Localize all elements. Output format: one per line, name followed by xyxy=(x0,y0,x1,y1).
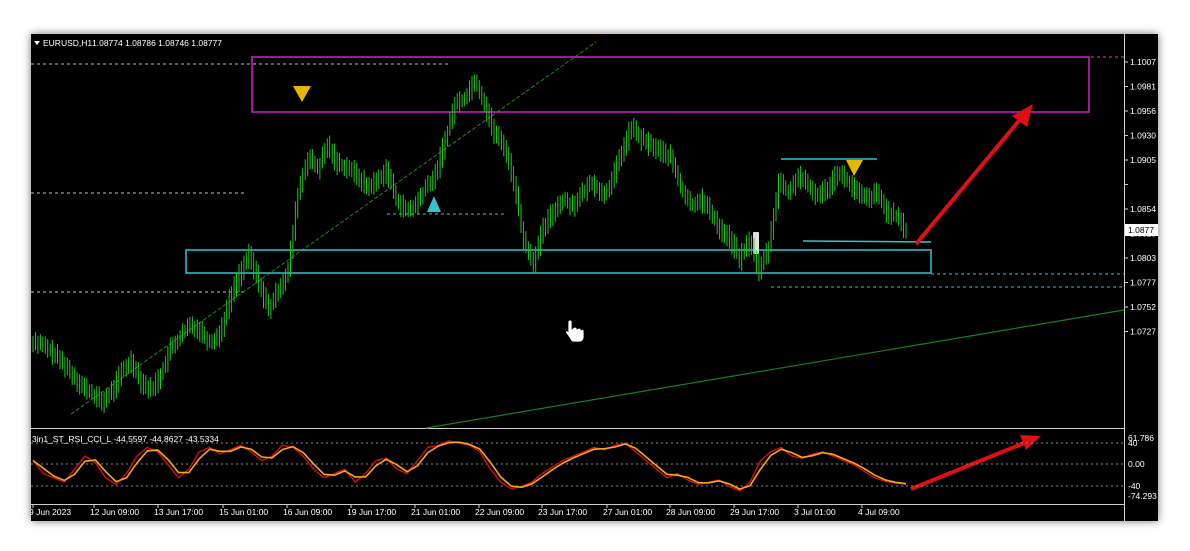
price-axis-label: 1.0905 xyxy=(1130,155,1156,165)
time-axis-label: 13 Jun 17:00 xyxy=(154,507,203,517)
price-axis-label: 1.0930 xyxy=(1130,131,1156,141)
sell-arrow-icon-2 xyxy=(846,160,863,176)
indicator-series xyxy=(32,440,907,492)
current-price-value: 1.0877 xyxy=(1128,225,1154,235)
buy-arrow-icon xyxy=(427,196,441,212)
price-axis-label: 1.0854 xyxy=(1130,204,1156,214)
time-axis-label: 22 Jun 09:00 xyxy=(475,507,524,517)
price-axis-label: 1.0981 xyxy=(1130,82,1156,92)
price-axis-label: 1.0727 xyxy=(1130,327,1156,337)
price-axis-label: 1.0752 xyxy=(1130,302,1156,312)
time-axis-label: 16 Jun 09:00 xyxy=(283,507,332,517)
time-axis-label: 21 Jun 01:00 xyxy=(411,507,460,517)
indicator-line-orange xyxy=(32,441,907,490)
indicator-line-red xyxy=(32,440,907,492)
resistance-zone-box xyxy=(251,56,1090,113)
ohlc-values: 1.08774 1.08786 1.08746 1.08777 xyxy=(92,38,222,48)
indicator-label: 3in1_ST_RSI_CCI_L -44.5597 -44.8627 -43.… xyxy=(32,434,219,444)
time-axis-label: 19 Jun 17:00 xyxy=(347,507,396,517)
price-axis: 1.1007 1.0981 1.0956 1.0930 1.0905 1.0854 1.08… xyxy=(1124,57,1156,337)
price-axis-label: 1.0803 xyxy=(1130,253,1156,263)
time-axis-label: 15 Jun 01:00 xyxy=(219,507,268,517)
time-axis-label: 23 Jun 17:00 xyxy=(538,507,587,517)
dashed-levels xyxy=(31,56,1124,293)
sell-arrow-icon xyxy=(293,86,311,102)
mt4-chart-window: EURUSD,H1 1.08774 1.08786 1.08746 1.0877… xyxy=(31,34,1158,521)
time-axis-label: 28 Jun 09:00 xyxy=(666,507,715,517)
time-axis-label: 9 Jun 2023 xyxy=(31,507,71,517)
trendline-dotted-upper xyxy=(70,41,597,415)
price-axis-label: 1.0956 xyxy=(1130,106,1156,116)
symbol-dropdown-icon[interactable] xyxy=(34,41,40,45)
symbol-label: EURUSD,H1 xyxy=(43,38,92,48)
price-axis-label: 1.0777 xyxy=(1130,278,1156,288)
time-axis-label: 4 Jul 09:00 xyxy=(858,507,900,517)
trendline-lower xyxy=(425,309,1125,429)
time-axis-label: 27 Jun 01:00 xyxy=(603,507,652,517)
annotation-arrow-up xyxy=(914,104,1033,246)
range-bottom-line xyxy=(802,240,932,243)
time-axis-label: 12 Jun 09:00 xyxy=(90,507,139,517)
indicator-axis-label: -74.293 xyxy=(1128,491,1157,501)
time-axis: 9 Jun 2023 12 Jun 09:00 13 Jun 17:00 15 Jun… xyxy=(31,504,900,517)
indicator-axis: 61.786400.00-40-74.293 xyxy=(1128,433,1157,501)
time-axis-label: 29 Jun 17:00 xyxy=(730,507,779,517)
time-axis-label: 3 Jul 01:00 xyxy=(794,507,836,517)
hand-cursor-icon xyxy=(565,319,585,343)
indicator-axis-label: 40 xyxy=(1128,438,1138,448)
price-series xyxy=(32,74,907,413)
price-axis-label: 1.1007 xyxy=(1130,57,1156,67)
indicator-axis-label: -40 xyxy=(1128,481,1141,491)
indicator-axis-label: 0.00 xyxy=(1128,459,1145,469)
